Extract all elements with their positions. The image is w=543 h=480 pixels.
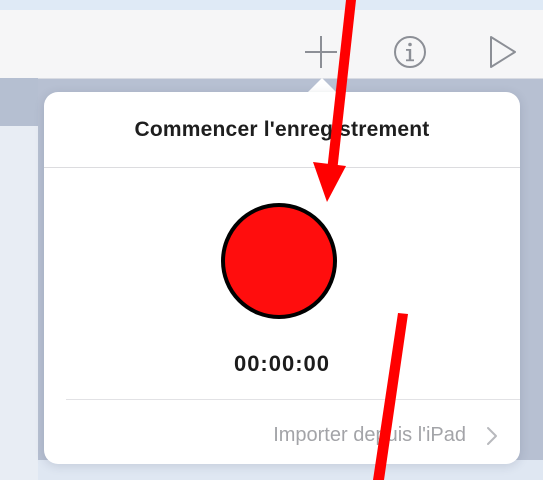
import-from-ipad-row[interactable]: Importer depuis l'iPad — [66, 400, 520, 464]
recording-timer: 00:00:00 — [233, 351, 331, 376]
background-sidebar — [0, 78, 38, 480]
popover-title: Commencer l'enregistrement — [134, 118, 430, 141]
divider — [44, 167, 520, 168]
import-label: Importer depuis l'iPad — [273, 424, 466, 446]
background-sidebar-light — [0, 126, 38, 480]
recording-popover: Commencer l'enregistrement 00:00:00 Impo… — [44, 92, 520, 464]
popover-arrow — [307, 78, 337, 93]
plus-icon[interactable] — [301, 32, 341, 72]
play-icon[interactable] — [481, 32, 521, 72]
chevron-right-icon — [487, 427, 497, 445]
info-icon[interactable] — [390, 32, 430, 72]
toolbar — [0, 10, 543, 79]
record-button[interactable] — [221, 203, 337, 319]
window-top-border — [0, 0, 543, 10]
